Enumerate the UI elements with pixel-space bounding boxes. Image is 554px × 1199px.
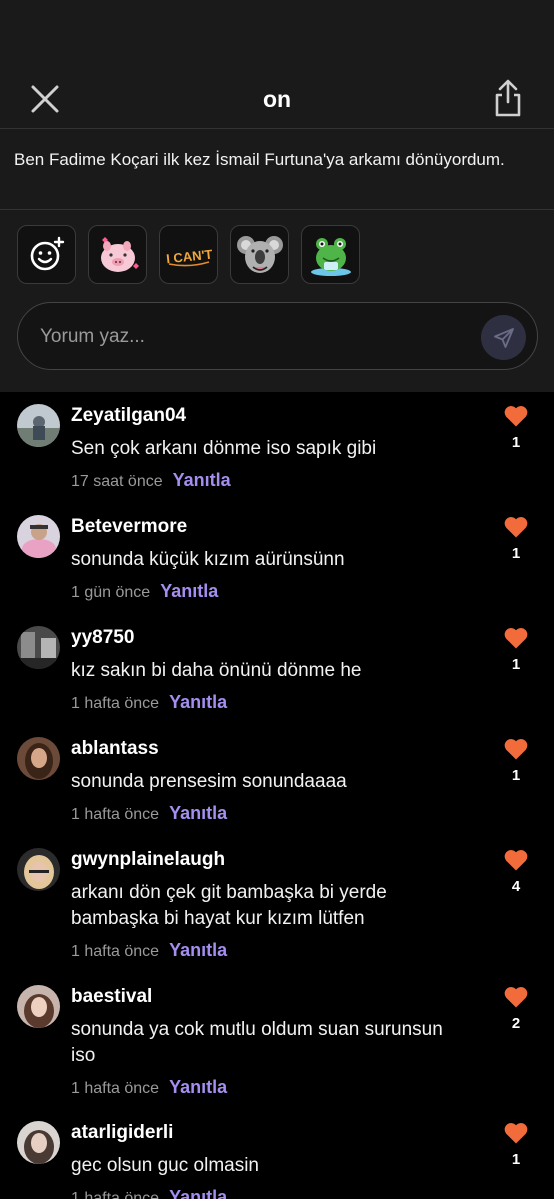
avatar[interactable]: [17, 404, 60, 447]
heart-icon[interactable]: [502, 513, 530, 541]
comment-username[interactable]: baestival: [71, 986, 152, 1008]
koala-icon: [236, 235, 283, 273]
comment-time: 1 hafta önce: [71, 695, 160, 712]
comment-time: 1 hafta önce: [71, 1190, 160, 1199]
reply-button[interactable]: Yanıtla: [173, 470, 231, 490]
heart-icon[interactable]: [502, 1119, 530, 1147]
avatar[interactable]: [17, 515, 60, 558]
comment-username[interactable]: gwynplainelaugh: [71, 849, 225, 871]
like-count: 2: [511, 1015, 521, 1032]
like-count: 1: [511, 434, 521, 451]
avatar[interactable]: [17, 737, 60, 780]
comment-text: Sen çok arkanı dönme iso sapık gibi: [71, 438, 377, 459]
comment-time: 1 hafta önce: [71, 943, 160, 960]
share-icon: [495, 79, 521, 117]
comment-time: 1 gün önce: [71, 584, 151, 601]
top-panel: on Ben Fadime Koçari ilk kez İsmail Furt…: [0, 0, 554, 392]
comment-text: sonunda prensesim sonundaaaa: [71, 771, 347, 792]
reply-button[interactable]: Yanıtla: [169, 1187, 227, 1199]
comment-meta: 1 hafta önce Yanıtla: [71, 692, 227, 713]
comment-text: arkanı dön çek git bambaşka bi yerde bam…: [71, 882, 387, 929]
pig-sticker[interactable]: [88, 225, 147, 284]
add-emoji-button[interactable]: [17, 225, 76, 284]
smiley-plus-icon: [30, 236, 64, 270]
comment-username[interactable]: Betevermore: [71, 516, 187, 538]
comment-text: sonunda ya cok mutlu oldum suan surunsun…: [71, 1019, 443, 1066]
like-count: 1: [511, 767, 521, 784]
description-section: Ben Fadime Koçari ilk kez İsmail Furtuna…: [0, 128, 554, 210]
reply-button[interactable]: Yanıtla: [169, 692, 227, 712]
frog-sticker[interactable]: [301, 225, 360, 284]
pig-heart-icon: [100, 236, 139, 272]
i-cant-text-icon: I CAN'T: [165, 246, 213, 266]
comment-meta: 1 hafta önce Yanıtla: [71, 1187, 227, 1199]
comment-meta: 1 gün önce Yanıtla: [71, 581, 218, 602]
comment-text: sonunda küçük kızım aürünsünn: [71, 549, 345, 570]
comment-meta: 1 hafta önce Yanıtla: [71, 803, 227, 824]
avatar[interactable]: [17, 848, 60, 891]
heart-icon[interactable]: [502, 402, 530, 430]
comment-text: gec olsun guc olmasin: [71, 1155, 259, 1176]
page-title: on: [262, 86, 292, 112]
heart-icon[interactable]: [502, 735, 530, 763]
send-icon: [493, 327, 514, 348]
comment-username[interactable]: Zeyatilgan04: [71, 405, 186, 427]
comment-placeholder: Yorum yaz...: [40, 326, 145, 347]
heart-icon[interactable]: [502, 624, 530, 652]
share-button[interactable]: [490, 78, 526, 118]
comment-list[interactable]: Zeyatilgan04 Sen çok arkanı dönme iso sa…: [0, 392, 554, 1199]
comment-meta: 1 hafta önce Yanıtla: [71, 1077, 227, 1098]
avatar[interactable]: [17, 1121, 60, 1164]
header: on: [0, 60, 554, 136]
koala-sticker[interactable]: [230, 225, 289, 284]
sticker-bar: I CAN'T: [17, 225, 360, 285]
comment-meta: 17 saat önce Yanıtla: [71, 470, 231, 491]
heart-icon[interactable]: [502, 983, 530, 1011]
like-count: 1: [511, 545, 521, 562]
comment-input[interactable]: Yorum yaz...: [17, 302, 538, 370]
comment-time: 1 hafta önce: [71, 1080, 160, 1097]
reply-button[interactable]: Yanıtla: [169, 1077, 227, 1097]
avatar[interactable]: [17, 626, 60, 669]
like-count: 1: [511, 656, 521, 673]
reply-button[interactable]: Yanıtla: [169, 803, 227, 823]
like-count: 1: [511, 1151, 521, 1168]
comment-time: 17 saat önce: [71, 473, 163, 490]
avatar[interactable]: [17, 985, 60, 1028]
send-button[interactable]: [481, 315, 526, 360]
comment-time: 1 hafta önce: [71, 806, 160, 823]
comment-meta: 1 hafta önce Yanıtla: [71, 940, 227, 961]
comment-text: kız sakın bi daha önünü dönme he: [71, 660, 362, 681]
description-text: Ben Fadime Koçari ilk kez İsmail Furtuna…: [14, 150, 505, 169]
frog-icon: [310, 237, 351, 276]
i-cant-sticker[interactable]: I CAN'T: [159, 225, 218, 284]
reply-button[interactable]: Yanıtla: [160, 581, 218, 601]
comment-username[interactable]: yy8750: [71, 627, 134, 649]
heart-icon[interactable]: [502, 846, 530, 874]
comment-username[interactable]: ablantass: [71, 738, 159, 760]
comment-username[interactable]: atarligiderli: [71, 1122, 173, 1144]
like-count: 4: [511, 878, 521, 895]
reply-button[interactable]: Yanıtla: [169, 940, 227, 960]
